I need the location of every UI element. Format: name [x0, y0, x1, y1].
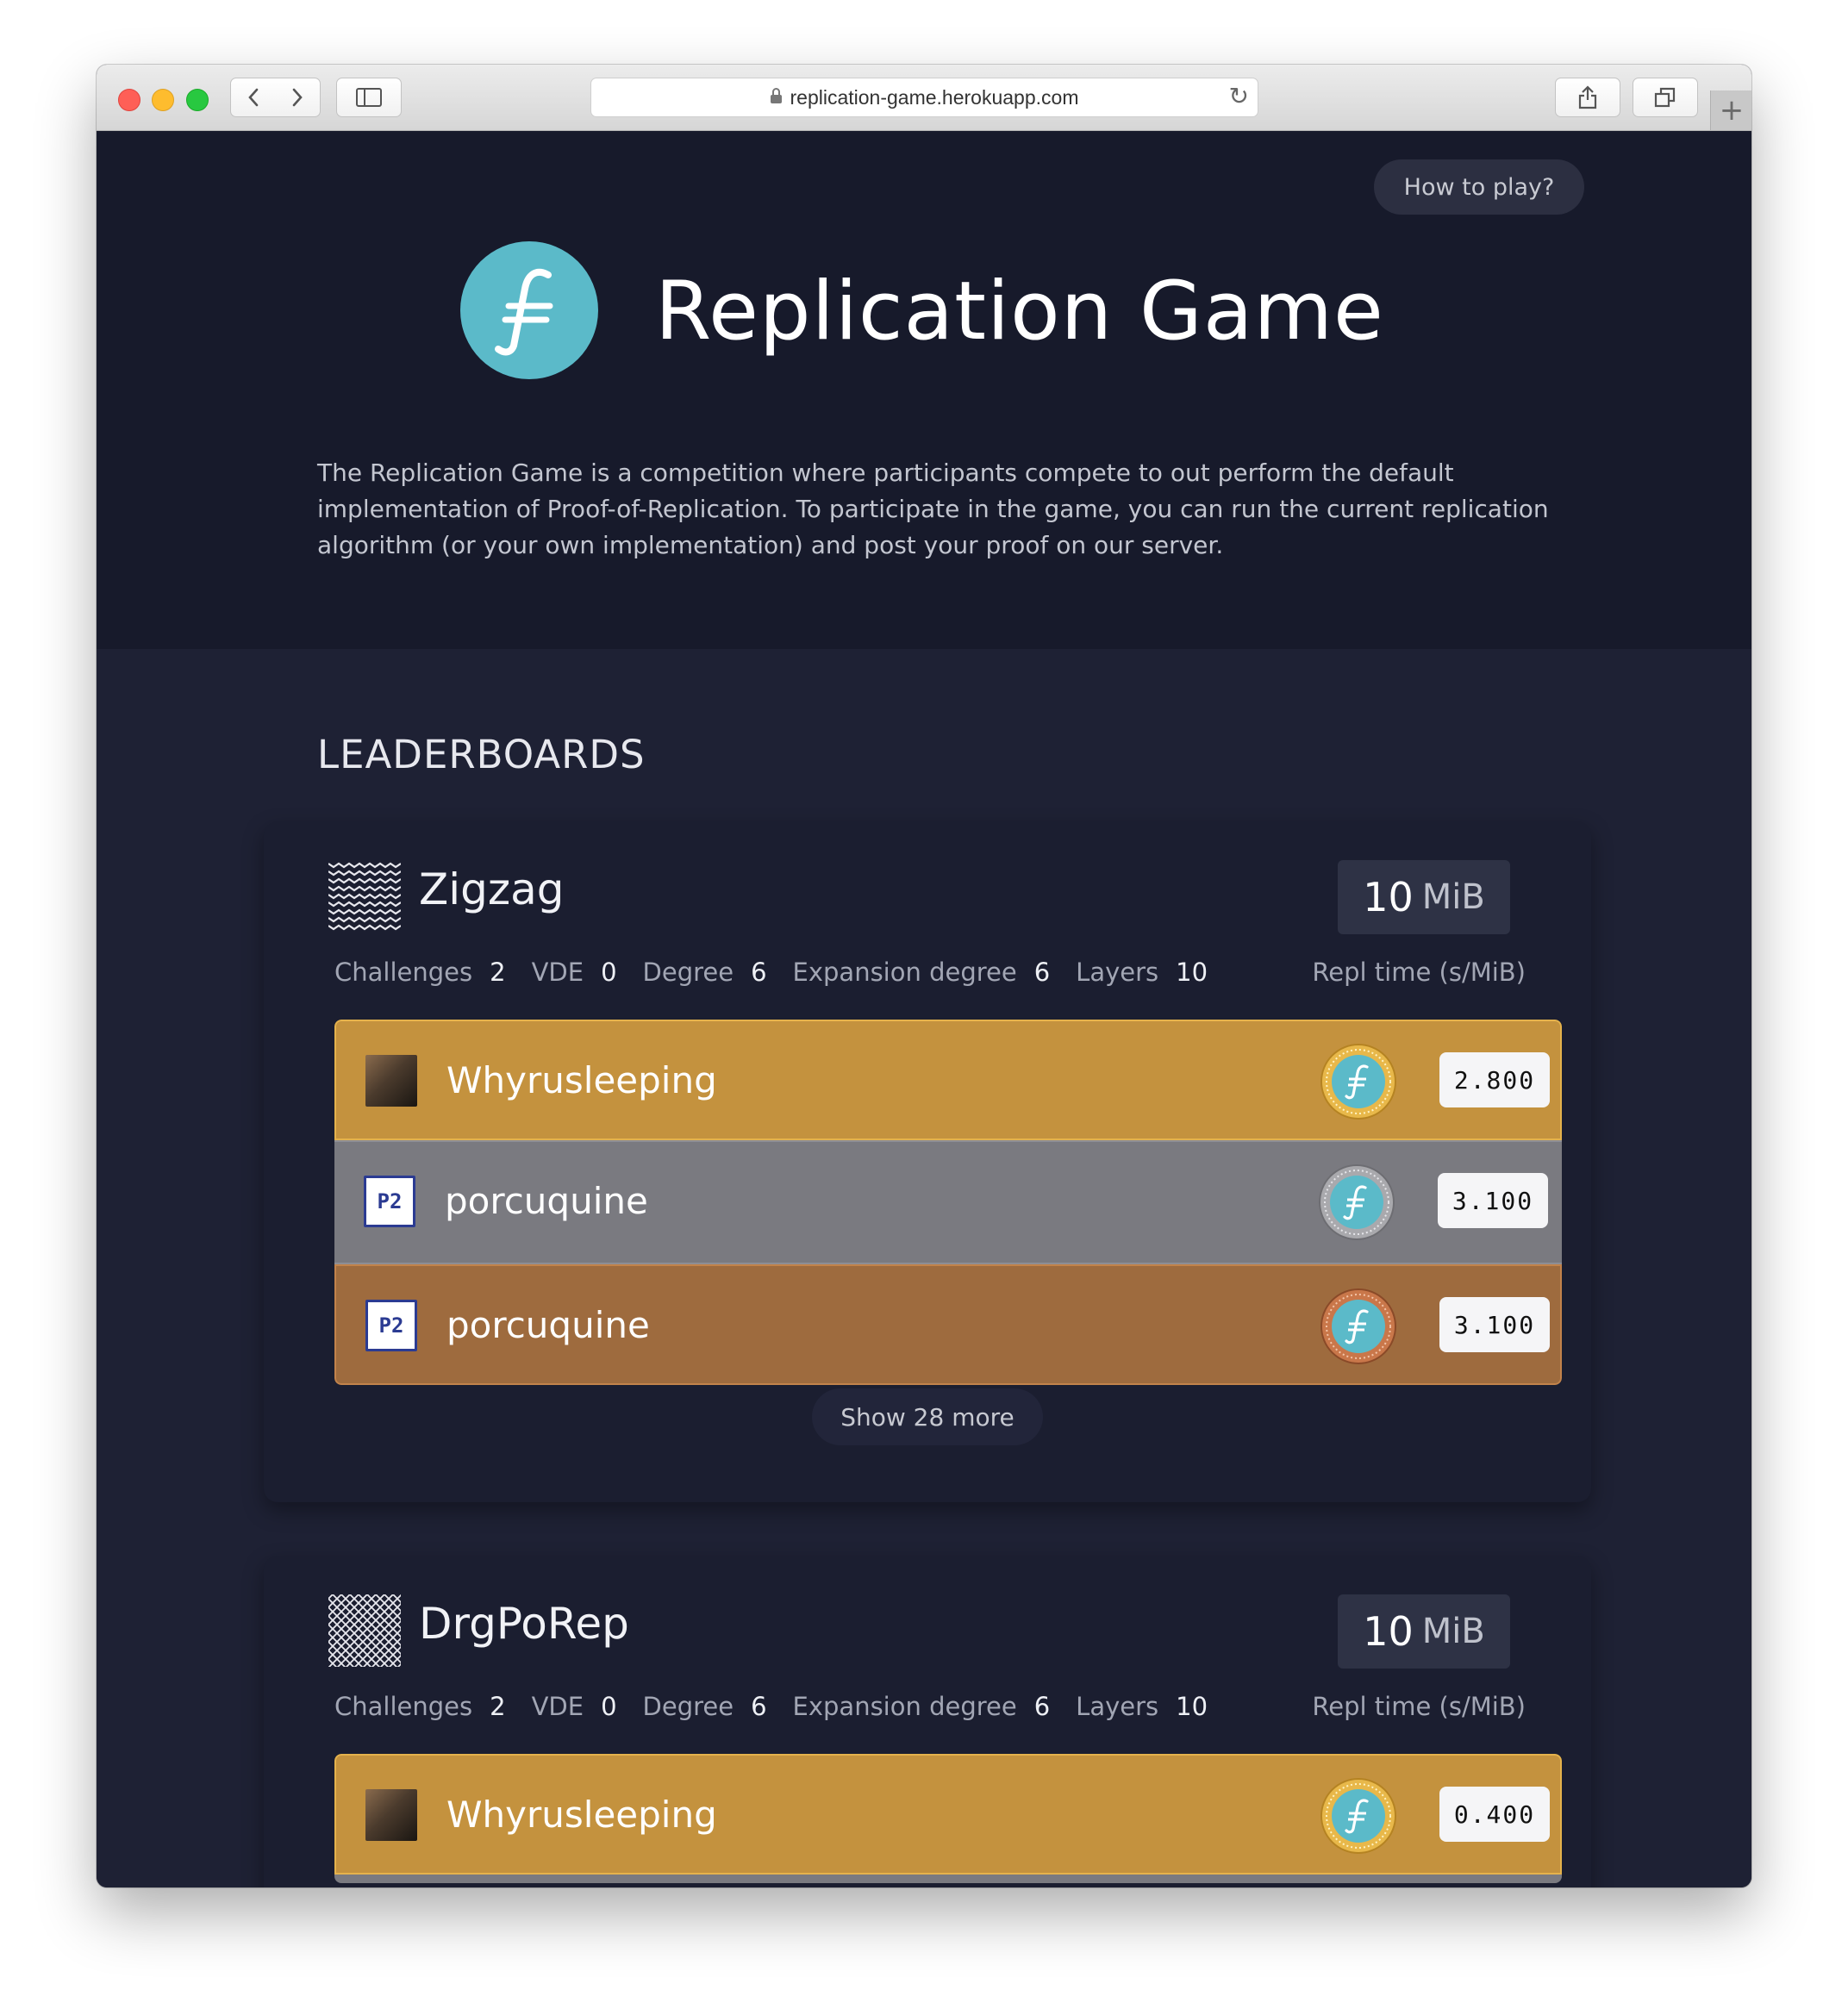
- size-badge: 10 MiB: [1338, 1594, 1510, 1669]
- degree-label: Degree: [642, 958, 734, 987]
- size-value: 10: [1363, 1608, 1414, 1655]
- repl-time-header: Repl time (s/MiB): [1312, 1692, 1526, 1721]
- show-more-button[interactable]: Show 28 more: [812, 1388, 1043, 1445]
- sidebar-icon: [356, 88, 382, 107]
- challenges-value: 2: [490, 1692, 506, 1721]
- avatar: [365, 1055, 417, 1107]
- degree-label: Degree: [642, 1692, 734, 1721]
- gold-medal-icon: [1320, 1043, 1397, 1120]
- ranking-list: 1. Whyrusleeping 2.800: [334, 1020, 1562, 1385]
- filecoin-f-glyph: [495, 268, 553, 356]
- share-button[interactable]: [1555, 78, 1620, 117]
- ranking-row[interactable]: 1. Whyrusleeping 0.400: [334, 1754, 1562, 1875]
- layers-value: 10: [1176, 958, 1208, 987]
- degree-value: 6: [751, 958, 767, 987]
- ranking-row[interactable]: 2. P2 porcuquine 3.100: [334, 1140, 1562, 1264]
- share-icon: [1578, 85, 1597, 109]
- forward-button[interactable]: [275, 78, 321, 117]
- tabs-icon: [1654, 87, 1676, 108]
- leaderboard-drgporep: DrgPoRep 10 MiB Challenges 2 VDE 0 Degre…: [264, 1556, 1591, 1887]
- how-to-play-button[interactable]: How to play?: [1374, 159, 1584, 215]
- expansion-degree-label: Expansion degree: [792, 958, 1017, 987]
- vde-label: VDE: [531, 1692, 584, 1721]
- board-title: DrgPoRep: [419, 1599, 629, 1649]
- player-name: porcuquine: [445, 1180, 648, 1222]
- expansion-degree-label: Expansion degree: [792, 1692, 1017, 1721]
- layers-label: Layers: [1076, 958, 1159, 987]
- challenges-value: 2: [490, 958, 506, 987]
- board-params: Challenges 2 VDE 0 Degree 6 Expansion de…: [334, 1692, 1233, 1721]
- ranking-row[interactable]: [334, 1875, 1562, 1883]
- minimize-window-button[interactable]: [152, 89, 174, 111]
- expansion-degree-value: 6: [1033, 1692, 1051, 1721]
- size-badge: 10 MiB: [1338, 860, 1510, 934]
- player-name: Whyrusleeping: [446, 1794, 717, 1836]
- avatar: P2: [364, 1176, 415, 1227]
- lock-icon: [770, 88, 782, 103]
- layers-label: Layers: [1076, 1692, 1159, 1721]
- back-button[interactable]: [230, 78, 277, 117]
- challenges-label: Challenges: [334, 958, 473, 987]
- ranking-row[interactable]: 3. P2 porcuquine 3.100: [334, 1264, 1562, 1385]
- close-window-button[interactable]: [118, 89, 140, 111]
- show-tabs-button[interactable]: [1633, 78, 1698, 117]
- hero-section: How to play? Replication Game The Replic…: [97, 131, 1751, 649]
- size-unit: MiB: [1421, 877, 1485, 917]
- new-tab-button[interactable]: +: [1710, 90, 1751, 130]
- vde-value: 0: [601, 1692, 617, 1721]
- challenges-label: Challenges: [334, 1692, 473, 1721]
- forward-icon: [292, 88, 303, 107]
- avatar: [365, 1789, 417, 1841]
- avatar: P2: [365, 1300, 417, 1351]
- plus-icon: +: [1719, 93, 1745, 128]
- vde-value: 0: [601, 958, 617, 987]
- leaderboards-heading: LEADERBOARDS: [317, 732, 646, 777]
- zigzag-pattern-icon: [328, 860, 401, 931]
- gold-medal-icon: [1320, 1777, 1397, 1855]
- back-icon: [248, 88, 259, 107]
- zoom-window-button[interactable]: [186, 89, 209, 111]
- browser-toolbar: replication-game.herokuapp.com ↻ +: [97, 65, 1751, 131]
- layers-value: 10: [1176, 1692, 1208, 1721]
- repl-time-badge: 2.800: [1439, 1052, 1550, 1107]
- address-bar[interactable]: replication-game.herokuapp.com ↻: [590, 78, 1258, 117]
- degree-value: 6: [751, 1692, 767, 1721]
- board-title: Zigzag: [419, 864, 565, 914]
- ranking-row[interactable]: 1. Whyrusleeping 2.800: [334, 1020, 1562, 1140]
- repl-time-badge: 3.100: [1438, 1173, 1548, 1228]
- leaderboards-section: LEADERBOARDS Zigzag 10 MiB Challenges 2 …: [97, 649, 1751, 1887]
- reload-icon[interactable]: ↻: [1229, 82, 1249, 110]
- leaderboard-zigzag: Zigzag 10 MiB Challenges 2 VDE 0 Degree …: [264, 821, 1591, 1502]
- url-text: replication-game.herokuapp.com: [790, 85, 1079, 109]
- sidebar-toggle-button[interactable]: [336, 78, 402, 117]
- player-name: porcuquine: [446, 1304, 650, 1346]
- bronze-medal-icon: [1320, 1288, 1397, 1365]
- filecoin-logo-icon: [460, 241, 598, 379]
- size-unit: MiB: [1421, 1612, 1485, 1651]
- page-title: Replication Game: [655, 265, 1384, 359]
- browser-window: replication-game.herokuapp.com ↻ + How t…: [97, 65, 1751, 1887]
- player-name: Whyrusleeping: [446, 1059, 717, 1101]
- expansion-degree-value: 6: [1033, 958, 1051, 987]
- silver-medal-icon: [1318, 1163, 1395, 1241]
- repl-time-badge: 0.400: [1439, 1787, 1550, 1842]
- vde-label: VDE: [531, 958, 584, 987]
- repl-time-badge: 3.100: [1439, 1297, 1550, 1352]
- size-value: 10: [1363, 874, 1414, 920]
- board-params: Challenges 2 VDE 0 Degree 6 Expansion de…: [334, 958, 1233, 987]
- intro-text: The Replication Game is a competition wh…: [317, 459, 1549, 559]
- checker-pattern-icon: [328, 1594, 401, 1667]
- repl-time-header: Repl time (s/MiB): [1312, 958, 1526, 987]
- ranking-list: 1. Whyrusleeping 0.400: [334, 1754, 1562, 1883]
